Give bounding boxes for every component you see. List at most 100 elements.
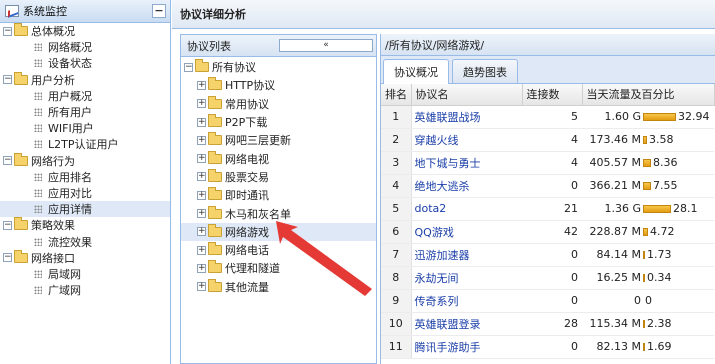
nav-item[interactable]: 设备状态 xyxy=(0,55,170,71)
expand-icon[interactable]: + xyxy=(197,190,206,200)
protocol-tree-item[interactable]: + 网吧三层更新 xyxy=(181,131,376,149)
nav-group[interactable]: − 策略效果 xyxy=(0,217,170,233)
expand-icon[interactable]: + xyxy=(197,172,206,182)
collapse-icon[interactable]: − xyxy=(3,26,12,36)
nav-item[interactable]: 流控效果 xyxy=(0,233,170,249)
collapse-icon[interactable]: − xyxy=(3,220,12,230)
traffic-wrap: 115.34 M 2.38 xyxy=(585,317,711,330)
protocol-name-link[interactable]: 绝地大逃杀 xyxy=(411,174,522,198)
protocol-tree-item[interactable]: + 股票交易 xyxy=(181,168,376,186)
column-header-rank[interactable]: 排名 xyxy=(381,84,412,106)
expand-icon[interactable]: + xyxy=(197,209,206,219)
protocol-list-header: 协议列表 « xyxy=(181,35,376,57)
nav-item-label: 广域网 xyxy=(48,284,81,298)
column-header-connections[interactable]: 连接数 xyxy=(522,84,583,106)
protocol-name-link[interactable]: 英雄联盟登录 xyxy=(411,312,522,336)
connections-cell: 5 xyxy=(522,105,582,129)
nav-collapse-button[interactable]: − xyxy=(152,4,166,18)
protocol-name-link[interactable]: 腾讯手游助手 xyxy=(411,335,522,359)
collapse-icon[interactable]: − xyxy=(184,62,193,72)
nav-group[interactable]: − 总体概况 xyxy=(0,23,170,39)
table-row[interactable]: 9 传奇系列 0 0 0 xyxy=(381,289,714,313)
table-row[interactable]: 5 dota2 21 1.36 G 28.1 xyxy=(381,197,714,221)
protocol-tree-item[interactable]: + 常用协议 xyxy=(181,95,376,113)
protocol-tree-item[interactable]: + 网络电话 xyxy=(181,241,376,259)
protocol-tree-item[interactable]: + 木马和灰名单 xyxy=(181,204,376,222)
expand-icon[interactable]: + xyxy=(197,99,206,109)
nav-item[interactable]: 广域网 xyxy=(0,282,170,298)
column-header-traffic[interactable]: 当天流量及百分比 xyxy=(582,84,715,106)
nav-group-label: 网络行为 xyxy=(31,154,75,168)
protocol-tree-item[interactable]: + 即时通讯 xyxy=(181,186,376,204)
protocol-name-link[interactable]: 英雄联盟战场 xyxy=(411,105,522,129)
rank-cell: 2 xyxy=(381,128,412,152)
collapse-left-button[interactable]: « xyxy=(279,39,373,52)
expand-icon[interactable]: + xyxy=(197,227,206,237)
nav-item[interactable]: 应用对比 xyxy=(0,185,170,201)
protocol-name-link[interactable]: 永劫无间 xyxy=(411,266,522,290)
protocol-tree-label: 网吧三层更新 xyxy=(225,134,291,148)
traffic-cell: 405.57 M 8.36 xyxy=(582,151,714,175)
nav-item[interactable]: 应用详情 xyxy=(0,201,170,218)
protocol-name-link[interactable]: 迅游加速器 xyxy=(411,243,522,267)
traffic-wrap: 173.46 M 3.58 xyxy=(585,133,711,146)
expand-icon[interactable]: + xyxy=(197,263,206,273)
nav-header: 系统监控 − xyxy=(0,0,170,23)
nav-item[interactable]: 所有用户 xyxy=(0,104,170,120)
table-header-row: 排名 协议名 连接数 当天流量及百分比 xyxy=(381,84,715,106)
percentage-value: 1.73 xyxy=(647,248,672,261)
rank-cell: 11 xyxy=(381,335,412,359)
table-row[interactable]: 1 英雄联盟战场 5 1.60 G 32.94 xyxy=(381,105,714,129)
nav-item[interactable]: 应用排名 xyxy=(0,169,170,185)
nav-group[interactable]: − 网络接口 xyxy=(0,249,170,266)
protocol-name-link[interactable]: 穿越火线 xyxy=(411,128,522,152)
expand-icon[interactable]: + xyxy=(197,245,206,255)
expand-icon[interactable]: + xyxy=(197,80,206,90)
nav-item[interactable]: 网络概况 xyxy=(0,39,170,55)
collapse-icon[interactable]: − xyxy=(3,156,12,166)
nav-item[interactable]: WIFI用户 xyxy=(0,120,170,136)
rank-cell: 7 xyxy=(381,243,412,267)
protocol-name-link[interactable]: dota2 xyxy=(411,197,522,221)
nav-item[interactable]: 局域网 xyxy=(0,266,170,282)
table-row[interactable]: 11 腾讯手游助手 0 82.13 M 1.69 xyxy=(381,335,714,359)
expand-icon[interactable]: + xyxy=(197,154,206,164)
protocol-tree-item[interactable]: + HTTP协议 xyxy=(181,76,376,94)
expand-icon[interactable]: + xyxy=(197,117,206,127)
tree-root-all-protocols[interactable]: − 所有协议 xyxy=(181,58,376,76)
table-row[interactable]: 2 穿越火线 4 173.46 M 3.58 xyxy=(381,128,714,152)
traffic-wrap: 228.87 M 4.72 xyxy=(585,225,711,238)
table-row[interactable]: 6 QQ游戏 42 228.87 M 4.72 xyxy=(381,220,714,244)
table-row[interactable]: 4 绝地大逃杀 0 366.21 M 7.55 xyxy=(381,174,714,198)
traffic-cell: 173.46 M 3.58 xyxy=(582,128,714,152)
table-row[interactable]: 7 迅游加速器 0 84.14 M 1.73 xyxy=(381,243,714,267)
collapse-icon[interactable]: − xyxy=(3,253,12,263)
rank-cell: 9 xyxy=(381,289,412,313)
table-row[interactable]: 8 永劫无间 0 16.25 M 0.34 xyxy=(381,266,714,290)
tab-trend-chart[interactable]: 趋势图表 xyxy=(452,59,518,83)
nav-item[interactable]: 用户概况 xyxy=(0,88,170,104)
protocol-tree-item[interactable]: + 代理和隧道 xyxy=(181,259,376,277)
nav-group[interactable]: − 用户分析 xyxy=(0,71,170,88)
nav-title: 系统监控 xyxy=(23,5,67,18)
protocol-name-link[interactable]: 地下城与勇士 xyxy=(411,151,522,175)
percentage-value: 0.34 xyxy=(647,271,672,284)
nav-group[interactable]: − 网络行为 xyxy=(0,152,170,169)
table-row[interactable]: 3 地下城与勇士 4 405.57 M 8.36 xyxy=(381,151,714,175)
expand-icon[interactable]: + xyxy=(197,135,206,145)
traffic-wrap: 1.60 G 32.94 xyxy=(585,110,711,123)
nav-item[interactable]: L2TP认证用户 xyxy=(0,136,170,152)
protocol-tree-label: HTTP协议 xyxy=(225,79,276,93)
collapse-icon[interactable]: − xyxy=(3,75,12,85)
tab-overview[interactable]: 协议概况 xyxy=(383,59,449,84)
table-row[interactable]: 10 英雄联盟登录 28 115.34 M 2.38 xyxy=(381,312,714,336)
protocol-tree-item[interactable]: + 其他流量 xyxy=(181,278,376,296)
protocol-name-link[interactable]: QQ游戏 xyxy=(411,220,522,244)
column-header-protocol[interactable]: 协议名 xyxy=(411,84,523,106)
protocol-tree-item[interactable]: + P2P下载 xyxy=(181,113,376,131)
protocol-name-link[interactable]: 传奇系列 xyxy=(411,289,522,313)
leaf-dots-icon xyxy=(34,237,42,246)
protocol-tree-item[interactable]: + 网络游戏 xyxy=(181,222,376,241)
expand-icon[interactable]: + xyxy=(197,282,206,292)
protocol-tree-item[interactable]: + 网络电视 xyxy=(181,149,376,167)
